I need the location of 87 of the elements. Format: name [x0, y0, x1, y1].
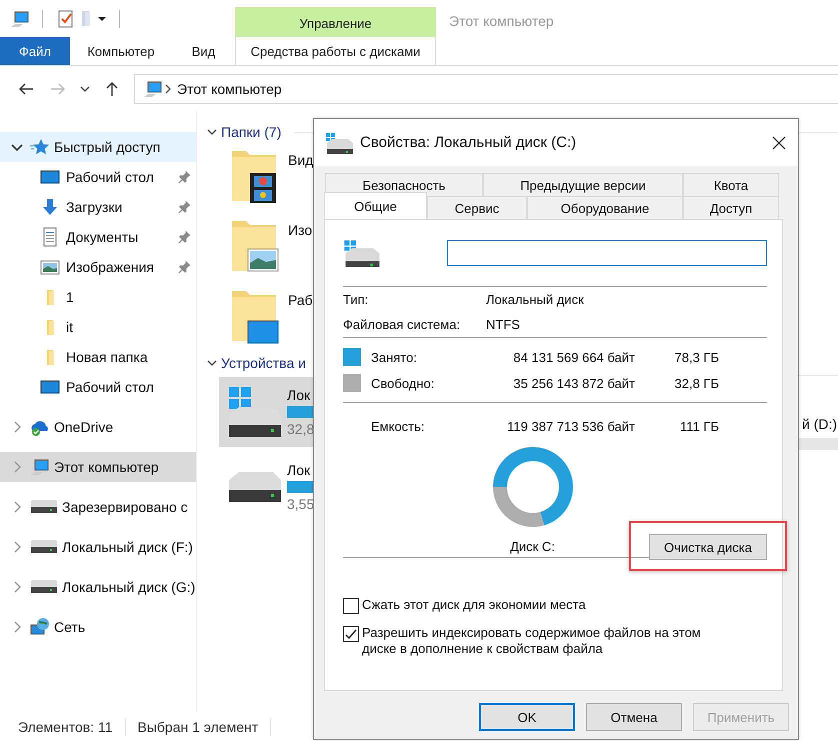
field-label: Свободно: — [371, 376, 436, 390]
ribbon-tab[interactable]: Файл — [0, 37, 70, 65]
navigation-item[interactable]: Рабочий стол — [0, 162, 196, 192]
breadcrumb-item[interactable]: Этот компьютер — [177, 80, 282, 96]
navigation-item[interactable]: Загрузки — [0, 192, 196, 222]
folder-tile[interactable]: Вид — [197, 142, 313, 212]
byte-count: 84 131 569 664 байт — [512, 350, 635, 364]
folder-icon — [46, 288, 54, 306]
dialog-tab[interactable]: Предыдущие версии — [483, 173, 683, 196]
chevron-down-icon[interactable] — [207, 360, 217, 366]
dialog-tab[interactable]: Общие — [324, 192, 427, 219]
checkbox[interactable] — [343, 626, 359, 642]
name-field[interactable] — [446, 240, 767, 266]
ok-button[interactable]: OK — [479, 703, 575, 731]
drive-icon — [30, 500, 58, 514]
checkbox[interactable] — [343, 598, 359, 614]
size-value: 111 ГБ — [679, 418, 719, 434]
chevron-down-icon[interactable] — [207, 129, 217, 135]
dialog-tab[interactable]: Квота — [683, 173, 779, 196]
dialog-tab[interactable]: Доступ — [683, 196, 779, 219]
checkbox-label: Сжать этот диск для экономии места — [362, 597, 587, 613]
navigation-item[interactable]: OneDrive — [0, 412, 196, 442]
item-count: Элементов: 11 — [18, 718, 112, 734]
chevron-right-icon[interactable] — [14, 621, 20, 633]
folder-icon — [46, 318, 54, 336]
field-label: Файловая система: — [343, 317, 462, 332]
globe-icon — [30, 617, 50, 637]
navigation-item[interactable]: Сеть — [0, 612, 196, 642]
drive-icon — [30, 580, 58, 594]
folder-icon — [46, 348, 54, 366]
computer-icon — [30, 457, 50, 477]
field-label: Тип: — [343, 292, 370, 307]
navigation-item[interactable]: Зарезервировано с — [0, 492, 196, 522]
size-value: 32,8 ГБ — [674, 376, 719, 390]
drive-icon — [30, 540, 58, 554]
navigation-item[interactable]: Рабочий стол — [0, 372, 196, 402]
ribbon-tab[interactable]: Средства работы с дисками — [235, 37, 436, 65]
window-title: Этот компьютер — [449, 12, 554, 28]
dialog-title: Свойства: Локальный диск (C:) — [360, 134, 576, 151]
section-heading[interactable]: Устройства и — [221, 355, 306, 371]
folder-tile[interactable]: Раб — [197, 282, 313, 352]
dialog-tab[interactable]: Сервис — [427, 196, 527, 219]
navigation-item[interactable]: Локальный диск (F:) — [0, 532, 196, 562]
drive-icon — [227, 385, 283, 439]
chevron-right-icon[interactable] — [14, 581, 20, 593]
byte-count: 119 387 713 536 байт — [506, 418, 635, 434]
byte-count: 35 256 143 872 байт — [512, 376, 635, 390]
context-tab-group-label: Управление — [235, 7, 436, 37]
field-value: Локальный диск — [486, 292, 585, 307]
dialog-tab[interactable]: Оборудование — [527, 196, 683, 219]
checkmark-icon — [345, 629, 357, 639]
drive-icon — [343, 238, 381, 268]
navigation-item[interactable]: Изображения — [0, 252, 196, 282]
size-value: 78,3 ГБ — [674, 350, 719, 364]
chevron-right-icon[interactable] — [14, 541, 20, 553]
field-value: NTFS — [486, 317, 521, 332]
navigation-item[interactable]: Этот компьютер — [0, 452, 196, 482]
chevron-right-icon[interactable] — [14, 501, 20, 513]
close-icon[interactable] — [772, 136, 786, 150]
field-label: Емкость: — [371, 418, 426, 434]
drive-icon — [325, 132, 354, 154]
disk-cleanup-button[interactable]: Очистка диска — [649, 534, 767, 560]
navigation-item[interactable]: Локальный диск (G:) — [0, 572, 196, 602]
chart-title: Диск C: — [510, 539, 555, 554]
dialog-button[interactable]: Отмена — [586, 703, 682, 731]
field-label: Занято: — [371, 350, 418, 364]
chevron-right-icon — [165, 84, 171, 94]
navigation-item[interactable]: it — [0, 312, 196, 342]
caret-icon[interactable] — [97, 16, 107, 22]
drive-name[interactable]: й (D:) — [797, 416, 838, 432]
star-icon — [30, 137, 50, 157]
computer-icon[interactable] — [10, 8, 30, 28]
selection-status: Выбран 1 элемент — [138, 718, 258, 734]
address-bar[interactable]: Этот компьютер — [134, 74, 838, 104]
section-heading[interactable]: Папки (7) — [221, 124, 282, 140]
navigation-item[interactable]: Новая папка — [0, 342, 196, 372]
chevron-down-icon[interactable] — [11, 144, 23, 150]
navigation-item[interactable]: Документы — [0, 222, 196, 252]
navigation-item[interactable]: 1 — [0, 282, 196, 312]
drive-icon — [227, 470, 283, 504]
chevron-right-icon[interactable] — [14, 421, 20, 433]
chevron-down-icon[interactable] — [80, 86, 90, 92]
navigation-item[interactable]: Быстрый доступ — [0, 132, 196, 162]
arrow-down-icon — [40, 197, 60, 217]
folder-tile[interactable]: Изо — [197, 212, 313, 282]
checkbox-label: Разрешить индексировать содержимое файлов на этом диске в дополнение к свойствам файла — [362, 625, 702, 657]
computer-icon — [143, 78, 163, 98]
